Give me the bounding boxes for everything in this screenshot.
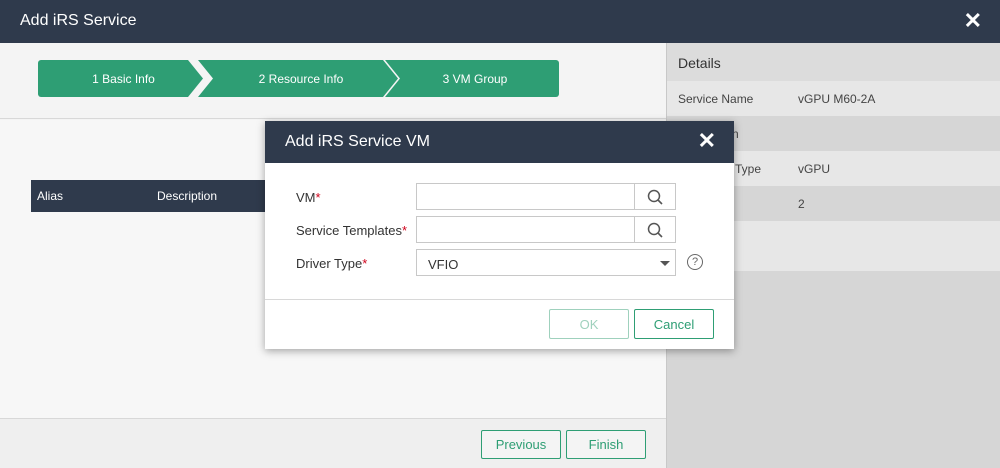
details-key: Service Name xyxy=(678,92,754,106)
finish-button[interactable]: Finish xyxy=(566,430,646,459)
details-key: Type xyxy=(735,162,762,176)
search-icon[interactable] xyxy=(635,217,675,242)
wizard-steps: 1 Basic Info 2 Resource Info 3 VM Group xyxy=(0,43,666,119)
details-heading: Details xyxy=(667,43,1000,81)
outer-dialog-titlebar: Add iRS Service ✕ xyxy=(0,0,1000,43)
service-templates-row: Service Templates* xyxy=(265,216,734,244)
service-templates-input[interactable] xyxy=(417,217,635,242)
step-resource-info[interactable]: 2 Resource Info xyxy=(198,60,398,97)
close-icon[interactable]: ✕ xyxy=(698,130,716,152)
column-description[interactable]: Description xyxy=(157,189,217,203)
ok-button[interactable]: OK xyxy=(549,309,629,339)
details-title: Details xyxy=(678,55,721,71)
driver-type-label: Driver Type* xyxy=(296,256,368,271)
step-basic-info[interactable]: 1 Basic Info xyxy=(38,60,203,97)
step-vm-group[interactable]: 3 VM Group xyxy=(385,60,559,97)
service-templates-field xyxy=(416,216,676,243)
vm-field xyxy=(416,183,676,210)
step-label: 3 VM Group xyxy=(442,71,508,86)
details-row: Service Name vGPU M60-2A xyxy=(667,81,1000,116)
vm-label: VM* xyxy=(296,190,321,205)
modal-footer: OK Cancel xyxy=(265,299,734,349)
chevron-down-icon xyxy=(660,261,670,266)
modal-titlebar: Add iRS Service VM ✕ xyxy=(265,121,734,163)
add-service-vm-modal: Add iRS Service VM ✕ VM* Service Templat… xyxy=(265,121,734,349)
step-label: 2 Resource Info xyxy=(258,71,344,86)
service-templates-label: Service Templates* xyxy=(296,223,408,238)
details-value: vGPU M60-2A xyxy=(798,92,876,106)
modal-title: Add iRS Service VM xyxy=(285,133,430,150)
column-alias[interactable]: Alias xyxy=(37,189,63,203)
details-value: vGPU xyxy=(798,162,831,176)
step-label: 1 Basic Info xyxy=(92,71,155,86)
vm-input[interactable] xyxy=(417,184,635,209)
driver-type-value: VFIO xyxy=(428,257,459,272)
wizard-footer: Previous Finish xyxy=(0,418,666,468)
previous-button[interactable]: Previous xyxy=(481,430,561,459)
help-icon[interactable]: ? xyxy=(687,254,703,270)
outer-dialog-title: Add iRS Service xyxy=(20,12,137,29)
driver-type-select[interactable]: VFIO xyxy=(416,249,676,276)
search-icon[interactable] xyxy=(635,184,675,209)
cancel-button[interactable]: Cancel xyxy=(634,309,714,339)
driver-type-row: Driver Type* VFIO ? xyxy=(265,249,734,277)
details-value: 2 xyxy=(798,197,805,211)
close-icon[interactable]: ✕ xyxy=(964,10,982,32)
vm-row: VM* xyxy=(265,183,734,211)
